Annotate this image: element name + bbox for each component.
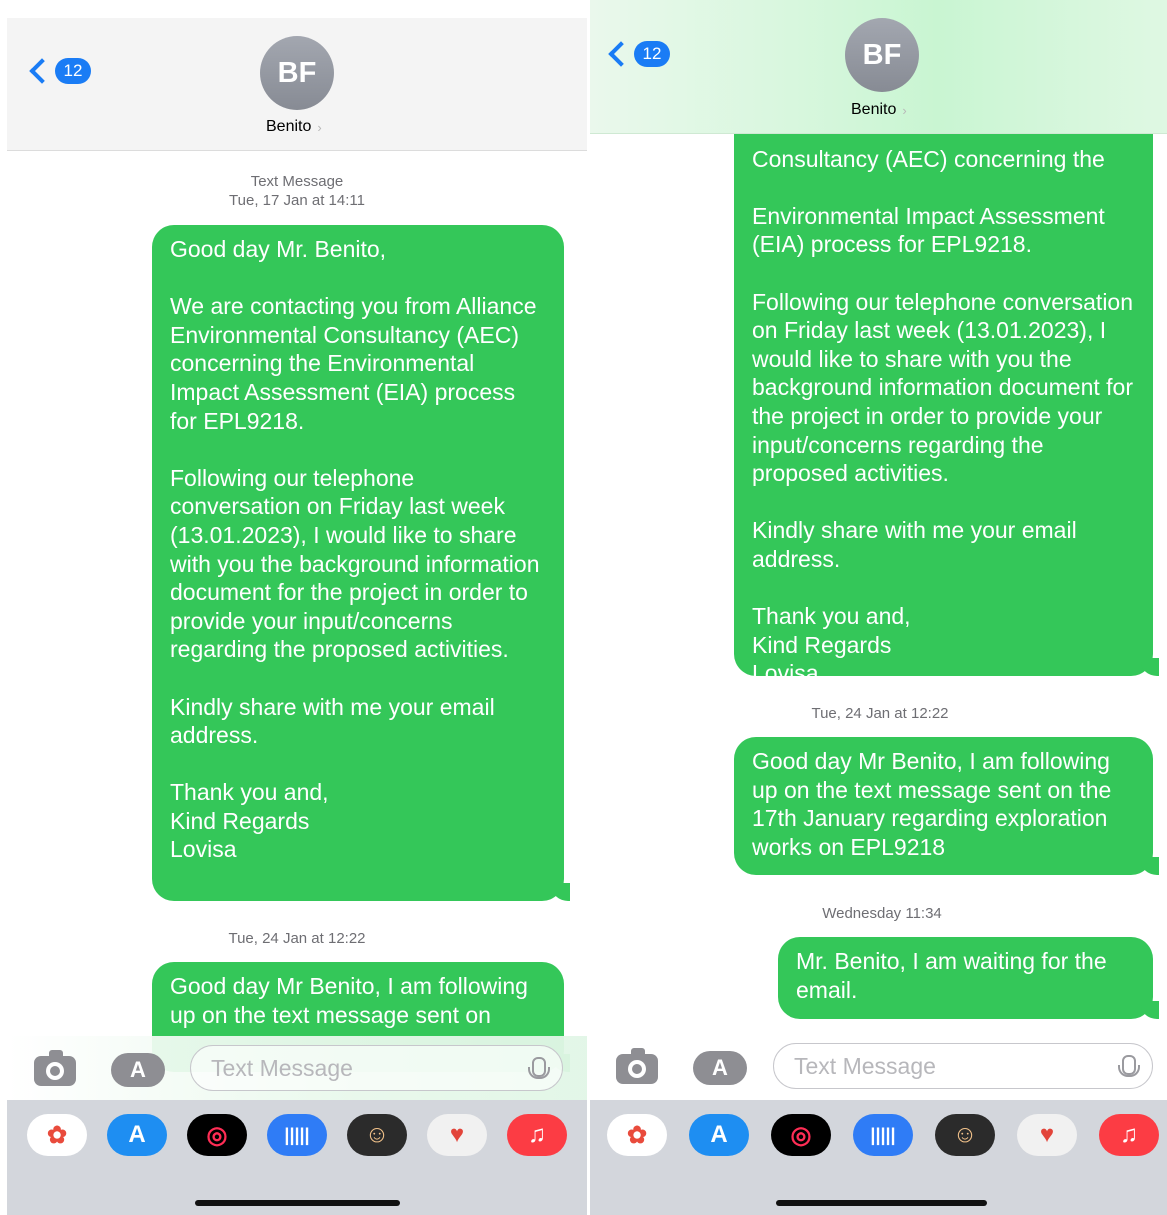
chevron-left-icon (29, 58, 55, 84)
voice-memo-icon[interactable]: ||||| (853, 1114, 913, 1156)
memoji-icon[interactable]: ☺ (347, 1114, 407, 1156)
home-indicator (195, 1200, 400, 1206)
app-store-icon[interactable]: A (107, 1114, 167, 1156)
camera-icon[interactable] (34, 1056, 76, 1086)
input-placeholder: Text Message (794, 1052, 936, 1079)
app-store-icon[interactable]: A (693, 1051, 747, 1085)
activity-icon[interactable]: ◎ (771, 1114, 831, 1156)
chevron-right-icon: › (317, 119, 322, 135)
compose-bar: A Text Message (7, 1036, 587, 1100)
unread-badge: 12 (55, 58, 91, 84)
message-bubble[interactable]: Good day Mr. Benito, We are contacting y… (152, 225, 570, 901)
photos-icon[interactable]: ✿ (607, 1114, 667, 1156)
back-button[interactable]: 12 (29, 58, 91, 84)
camera-icon[interactable] (616, 1054, 658, 1084)
message-input[interactable]: Text Message (190, 1045, 563, 1091)
message-timestamp: Text Message Tue, 17 Jan at 14:11 (147, 172, 447, 210)
service-label: Text Message (250, 173, 344, 190)
avatar[interactable]: BF (845, 18, 919, 92)
contact-name-label: Benito (851, 101, 897, 118)
app-store-icon[interactable]: A (689, 1114, 749, 1156)
contact-name[interactable]: Benito › (266, 118, 322, 136)
app-store-icon[interactable]: A (111, 1053, 165, 1087)
chevron-right-icon: › (902, 102, 907, 118)
music-icon[interactable]: ♫ (1099, 1114, 1159, 1156)
voice-memo-icon[interactable]: ||||| (267, 1114, 327, 1156)
screenshot-right: Consultancy (AEC) concerning the Environ… (590, 0, 1167, 1215)
microphone-icon[interactable] (528, 1057, 550, 1079)
message-timestamp: Tue, 24 Jan at 12:22 (811, 705, 949, 722)
back-button[interactable]: 12 (608, 41, 670, 67)
avatar[interactable]: BF (260, 36, 334, 110)
animoji-icon[interactable]: ♥ (1017, 1114, 1077, 1156)
contact-name[interactable]: Benito › (851, 101, 907, 119)
message-input[interactable]: Text Message (773, 1043, 1153, 1089)
chevron-left-icon (608, 41, 634, 67)
microphone-icon[interactable] (1118, 1055, 1140, 1077)
unread-badge: 12 (634, 41, 670, 67)
app-drawer: ✿ A ◎ ||||| ☺ ♥ ♫ (7, 1100, 587, 1215)
message-timestamp: Tue, 24 Jan at 12:22 (228, 930, 366, 947)
message-text: Environmental Impact Assessment (EIA) pr… (752, 202, 1134, 687)
input-placeholder: Text Message (211, 1054, 353, 1081)
conversation-header: 12 BF Benito › (7, 18, 587, 151)
message-timestamp: Wednesday 11:34 (822, 905, 942, 922)
music-icon[interactable]: ♫ (507, 1114, 567, 1156)
animoji-icon[interactable]: ♥ (427, 1114, 487, 1156)
contact-name-label: Benito (266, 118, 312, 135)
message-bubble[interactable]: Consultancy (AEC) concerning the Environ… (734, 106, 1159, 686)
compose-bar: A Text Message (590, 1036, 1167, 1100)
conversation-header: 12 BF Benito › (590, 0, 1167, 134)
message-bubble[interactable]: Good day Mr Benito, I am following up on… (734, 737, 1159, 875)
message-text-top: Consultancy (AEC) concerning the (752, 145, 1105, 172)
message-bubble[interactable]: Mr. Benito, I am waiting for the email. (778, 937, 1159, 1019)
app-drawer: ✿ A ◎ ||||| ☺ ♥ ♫ (590, 1100, 1167, 1215)
screenshot-left: 12 BF Benito › Text Message Tue, 17 Jan … (7, 0, 587, 1215)
home-indicator (776, 1200, 987, 1206)
photos-icon[interactable]: ✿ (27, 1114, 87, 1156)
memoji-icon[interactable]: ☺ (935, 1114, 995, 1156)
timestamp-label: Tue, 17 Jan at 14:11 (229, 192, 365, 209)
activity-icon[interactable]: ◎ (187, 1114, 247, 1156)
